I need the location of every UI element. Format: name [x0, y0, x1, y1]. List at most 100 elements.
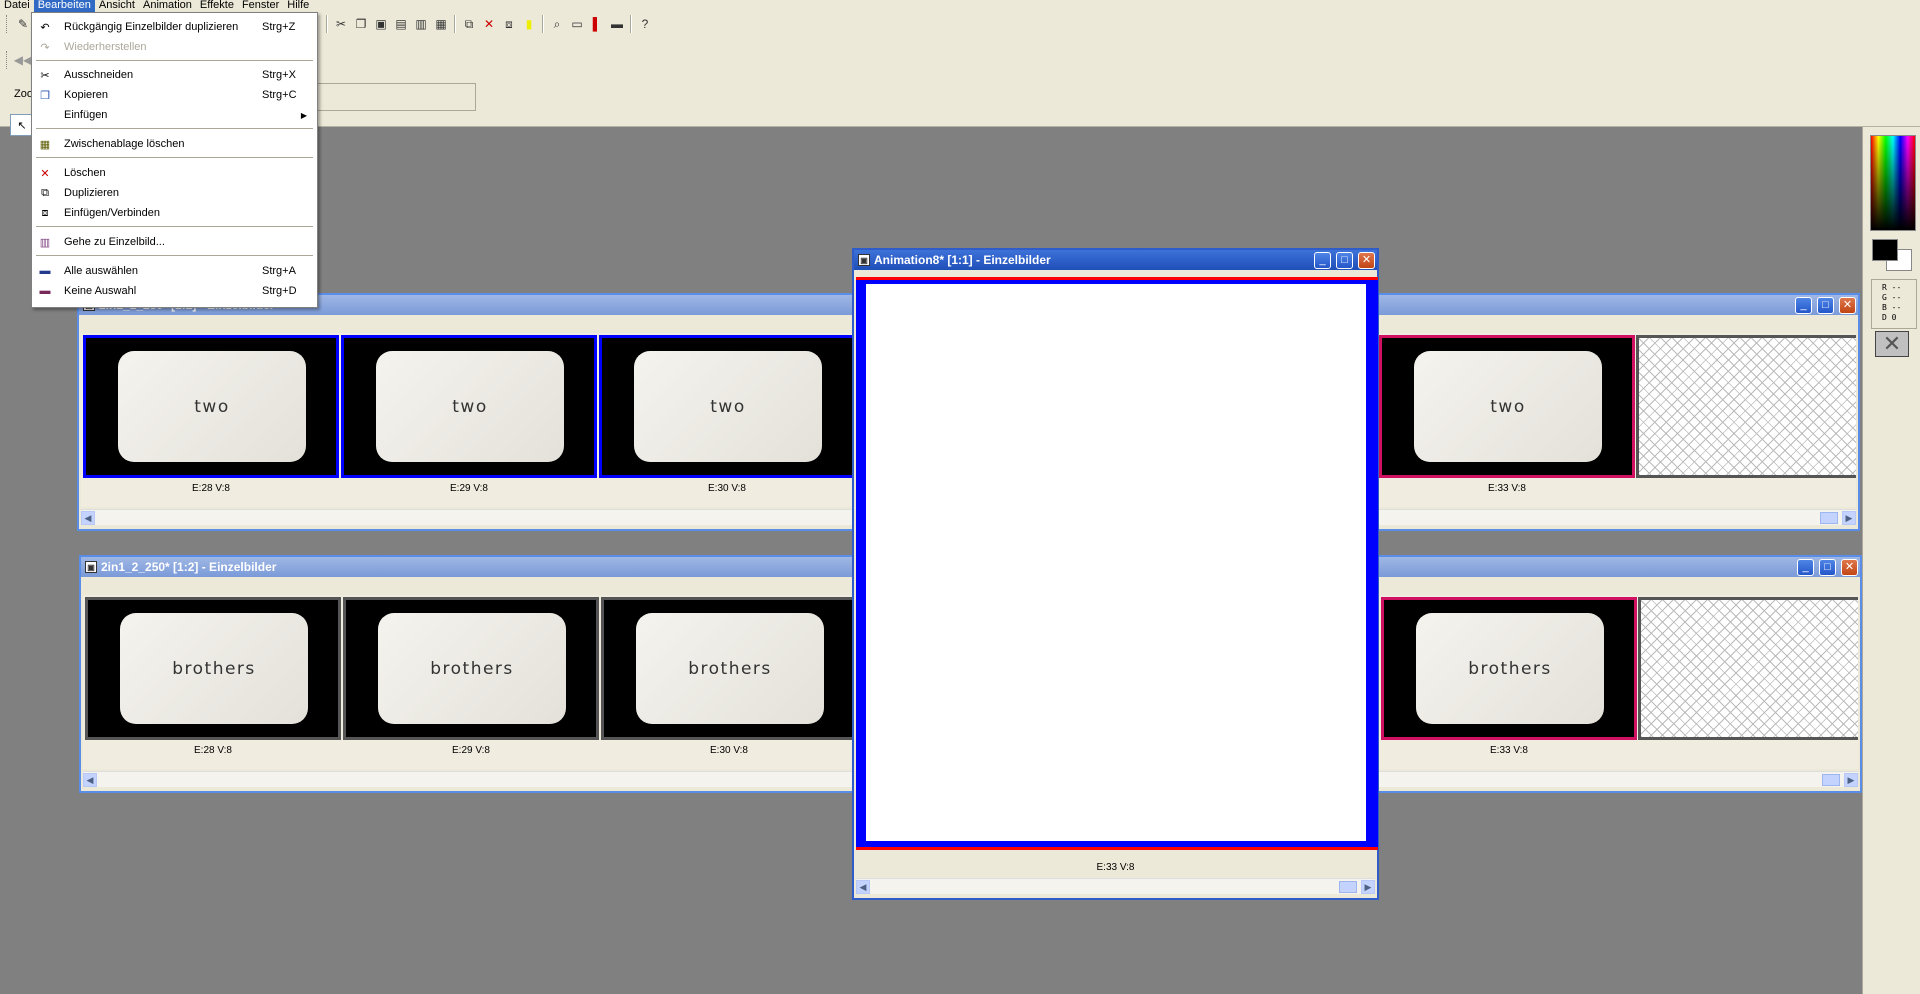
rewind-icon[interactable]: ◀◀: [13, 50, 33, 70]
cut-icon[interactable]: ✂: [331, 14, 351, 34]
frame-item[interactable]: brothers E:29 V:8: [343, 597, 599, 756]
scroll-left-icon[interactable]: ◀: [83, 773, 97, 787]
menu-datei[interactable]: Datei: [0, 0, 34, 12]
menu-effekte[interactable]: Effekte: [196, 0, 238, 12]
frame-thumbnail: brothers: [85, 597, 341, 740]
scroll-thumb[interactable]: [1339, 881, 1357, 893]
frame-label: E:30 V:8: [708, 483, 746, 494]
minimize-icon[interactable]: _: [1797, 559, 1814, 576]
frame-item[interactable]: brothers E:30 V:8: [601, 597, 857, 756]
frame-item[interactable]: two E:30 V:8: [599, 335, 855, 494]
menu-item-shortcut: Strg+A: [262, 265, 296, 277]
menu-item-select-none[interactable]: ▬ Keine Auswahl Strg+D: [34, 283, 315, 299]
frame-card: brothers: [636, 613, 824, 724]
menu-item-goto-frame[interactable]: ▥ Gehe zu Einzelbild...: [34, 234, 315, 250]
copy-icon: ❐: [40, 89, 50, 102]
rgb-readout: R -- G -- B -- D 0: [1871, 279, 1917, 329]
frame-label: E:29 V:8: [450, 483, 488, 494]
menu-item-label: Rückgängig Einzelbilder duplizieren: [64, 21, 239, 33]
wizard-icon[interactable]: ✎: [13, 14, 33, 34]
paste-new-icon[interactable]: ▤: [391, 14, 411, 34]
frame-item[interactable]: brothers E:33 V:8: [1381, 597, 1637, 756]
menu-hilfe[interactable]: Hilfe: [283, 0, 313, 12]
frame-label: E:33 V:8: [1490, 745, 1528, 756]
copy-merged-icon[interactable]: ▣: [371, 14, 391, 34]
scroll-right-icon[interactable]: ▶: [1844, 773, 1858, 787]
menu-item-clear-clipboard[interactable]: ▦ Zwischenablage löschen: [34, 136, 315, 152]
color-spectrum[interactable]: [1870, 135, 1916, 231]
toolbar-grip[interactable]: [6, 15, 9, 33]
zoom-field[interactable]: [312, 83, 476, 111]
toolbar-separator: [630, 15, 632, 33]
window-title-bar[interactable]: ▣ Animation8* [1:1] - Einzelbilder: [854, 250, 1377, 270]
frame-item[interactable]: brothers E:28 V:8: [85, 597, 341, 756]
paste-icon[interactable]: ▥: [411, 14, 431, 34]
paste-frame-icon[interactable]: ▦: [431, 14, 451, 34]
menu-item-label: Duplizieren: [64, 187, 120, 199]
animation-frame[interactable]: [856, 277, 1378, 850]
menu-bearbeiten[interactable]: Bearbeiten: [33, 0, 95, 12]
insert-frame-icon[interactable]: ⧈: [499, 14, 519, 34]
frames-row: brothers E:28 V:8 brothers E:29 V:8 brot…: [85, 597, 857, 756]
toolbar-separator: [454, 15, 456, 33]
maximize-icon[interactable]: □: [1336, 252, 1353, 269]
help-icon[interactable]: ?: [635, 14, 655, 34]
duplicate-icon[interactable]: ⧉: [459, 14, 479, 34]
scroll-right-icon[interactable]: ▶: [1842, 511, 1856, 525]
menu-item-select-all[interactable]: ▬ Alle auswählen Strg+A: [34, 263, 315, 279]
toolbar-grip[interactable]: [6, 51, 9, 69]
filmstrip-icon[interactable]: ▬: [607, 14, 627, 34]
window-title: Animation8* [1:1] - Einzelbilder: [874, 253, 1051, 267]
menu-item-paste-merge[interactable]: ⧈ Einfügen/Verbinden: [34, 205, 315, 221]
scroll-right-icon[interactable]: ▶: [1361, 880, 1375, 894]
minimize-icon[interactable]: _: [1314, 252, 1331, 269]
copy-icon[interactable]: ❐: [351, 14, 371, 34]
maximize-icon[interactable]: □: [1819, 559, 1836, 576]
frame-thumbnail: brothers: [1381, 597, 1637, 740]
close-icon[interactable]: ✕: [1841, 559, 1858, 576]
close-icon[interactable]: ✕: [1839, 297, 1856, 314]
scroll-left-icon[interactable]: ◀: [856, 880, 870, 894]
empty-frame-slot[interactable]: [1636, 335, 1856, 478]
select-none-icon: ▬: [39, 285, 51, 297]
clear-clipboard-icon: ▦: [39, 138, 51, 151]
toolbar-separator: [326, 15, 328, 33]
frame-label: E:33 V:8: [1488, 483, 1526, 494]
frame-view-icon[interactable]: ▭: [567, 14, 587, 34]
horizontal-scrollbar[interactable]: ◀ ▶: [856, 878, 1375, 894]
menu-item-undo[interactable]: ↶ Rückgängig Einzelbilder duplizieren St…: [34, 19, 315, 35]
frame-label: E:29 V:8: [452, 745, 490, 756]
frame-item[interactable]: two E:29 V:8: [341, 335, 597, 494]
window-app-icon: ▣: [858, 254, 870, 266]
menu-animation[interactable]: Animation: [139, 0, 196, 12]
playback-toolbar: ◀◀: [0, 48, 33, 72]
close-icon[interactable]: ✕: [1358, 252, 1375, 269]
d-value: D 0: [1882, 313, 1897, 322]
undo-icon: ↶: [40, 21, 50, 34]
scroll-left-icon[interactable]: ◀: [81, 511, 95, 525]
frame-item[interactable]: two E:33 V:8: [1379, 335, 1635, 494]
scroll-thumb[interactable]: [1820, 512, 1838, 524]
foreground-color-swatch[interactable]: [1872, 239, 1898, 261]
menu-item-copy[interactable]: ❐ Kopieren Strg+C: [34, 87, 315, 103]
frame-item[interactable]: two E:28 V:8: [83, 335, 339, 494]
frame-card: two: [118, 351, 306, 462]
zoom-icon[interactable]: ⌕: [547, 14, 567, 34]
menu-fenster[interactable]: Fenster: [238, 0, 283, 12]
menu-item-redo[interactable]: ↷ Wiederherstellen: [34, 39, 315, 55]
highlight-icon[interactable]: ▮: [519, 14, 539, 34]
transparent-color-icon[interactable]: ✕: [1875, 331, 1909, 357]
color-panel: R -- G -- B -- D 0 ✕: [1862, 127, 1920, 994]
menu-ansicht[interactable]: Ansicht: [95, 0, 139, 12]
menu-item-delete[interactable]: ✕ Löschen: [34, 165, 315, 181]
menu-item-label: Wiederherstellen: [64, 41, 147, 53]
menu-item-paste[interactable]: Einfügen ▶: [34, 107, 315, 123]
delete-frame-icon[interactable]: ✕: [479, 14, 499, 34]
maximize-icon[interactable]: □: [1817, 297, 1834, 314]
scroll-thumb[interactable]: [1822, 774, 1840, 786]
empty-frame-slot[interactable]: [1638, 597, 1858, 740]
minimize-icon[interactable]: _: [1795, 297, 1812, 314]
color-bars-icon[interactable]: ▌: [587, 14, 607, 34]
menu-item-cut[interactable]: ✂ Ausschneiden Strg+X: [34, 67, 315, 83]
menu-item-duplicate[interactable]: ⧉ Duplizieren: [34, 185, 315, 201]
